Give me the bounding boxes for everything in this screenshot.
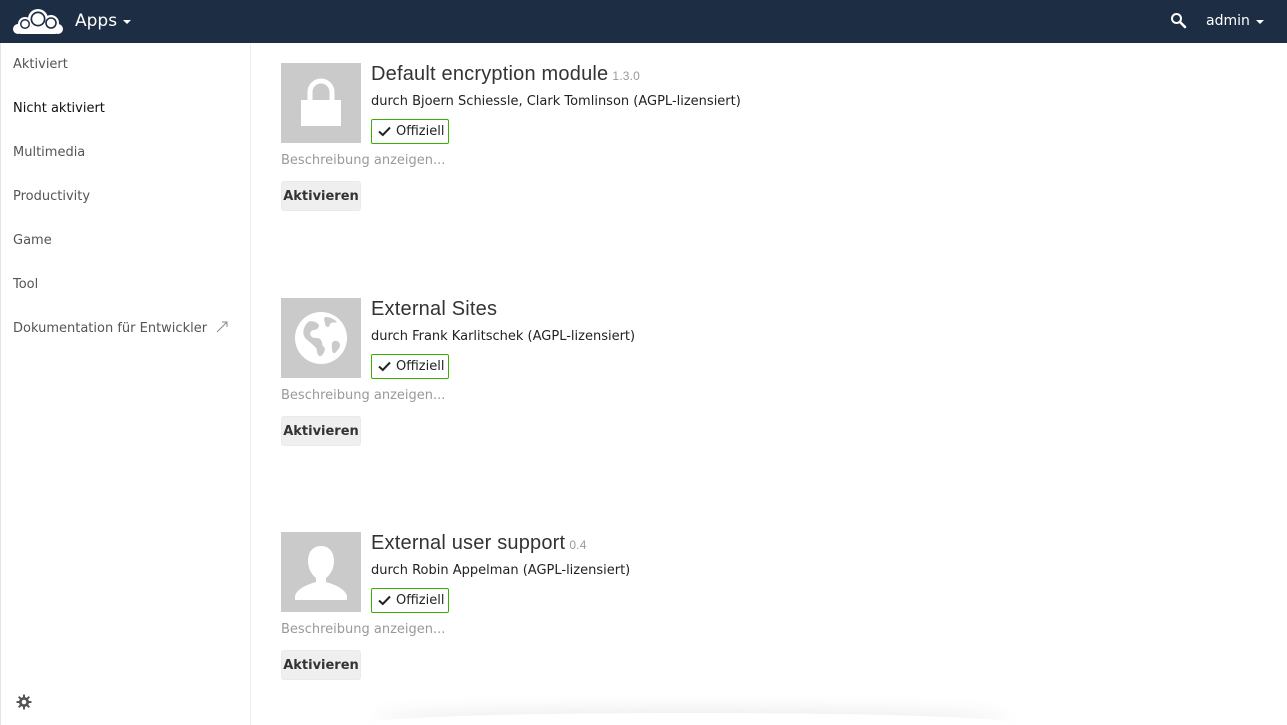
sidebar-item-tool[interactable]: Tool [13,275,38,295]
app-version: 0.4 [569,538,587,552]
enable-button[interactable]: Aktivieren [281,650,361,680]
app-version: 1.3.0 [612,69,641,83]
app-title: Default encryption module 1.3.0 [371,63,640,86]
gear-icon[interactable] [16,694,32,710]
app-entry-encryption: Default encryption module 1.3.0 durch Bjo… [281,63,981,213]
sidebar-item-developer-docs[interactable]: Dokumentation für Entwickler [13,319,228,339]
app-icon [281,63,361,143]
lock-icon [301,78,341,126]
official-badge: Offiziell [371,588,449,613]
sidebar-item-disabled[interactable]: Nicht aktiviert [13,99,105,119]
sidebar-item-enabled[interactable]: Aktiviert [13,55,68,75]
enable-button[interactable]: Aktivieren [281,181,361,211]
app-list: Default encryption module 1.3.0 durch Bjo… [251,43,1287,725]
official-badge: Offiziell [371,119,449,144]
top-bar: Apps admin [0,0,1287,43]
sidebar-item-label: Dokumentation für Entwickler [13,321,208,336]
app-entry-external-sites: External Sites durch Frank Karlitschek (… [281,298,981,448]
next-app-shadow [371,713,1011,725]
user-menu-button[interactable]: admin [1206,13,1264,29]
badge-label: Offiziell [396,593,445,608]
show-description-link[interactable]: Beschreibung anzeigen... [281,622,445,637]
checkmark-icon [378,126,391,137]
badge-label: Offiziell [396,359,445,374]
app-name: External Sites [371,298,498,320]
sidebar-item-game[interactable]: Game [13,231,52,251]
badge-label: Offiziell [396,124,445,139]
app-author: durch Bjoern Schiessle, Clark Tomlinson … [371,94,741,109]
app-category-sidebar: Aktiviert Nicht aktiviert Multimedia Pro… [0,43,251,725]
sidebar-item-multimedia[interactable]: Multimedia [13,143,85,163]
app-name: External user support [371,532,566,554]
user-name: admin [1206,13,1250,29]
app-author: durch Frank Karlitschek (AGPL-lizensiert… [371,329,636,344]
show-description-link[interactable]: Beschreibung anzeigen... [281,153,445,168]
app-title: External user support 0.4 [371,532,587,555]
sidebar-item-productivity[interactable]: Productivity [13,187,90,207]
app-title: External Sites [371,298,497,321]
checkmark-icon [378,595,391,606]
app-entry-external-user-support: External user support 0.4 durch Robin App… [281,532,981,682]
app-name: Default encryption module [371,63,609,85]
checkmark-icon [378,361,391,372]
app-author: durch Robin Appelman (AGPL-lizensiert) [371,563,631,578]
show-description-link[interactable]: Beschreibung anzeigen... [281,388,445,403]
official-badge: Offiziell [371,354,449,379]
apps-menu-label: Apps [75,11,118,31]
search-icon[interactable] [1170,12,1187,29]
globe-icon [295,312,347,364]
caret-down-icon [1255,20,1264,24]
user-icon [295,546,347,600]
caret-down-icon [123,20,132,24]
app-icon [281,532,361,612]
app-icon [281,298,361,378]
apps-menu-button[interactable]: Apps [75,11,132,31]
external-link-icon [216,321,228,333]
owncloud-logo-icon[interactable] [12,5,64,37]
enable-button[interactable]: Aktivieren [281,416,361,446]
